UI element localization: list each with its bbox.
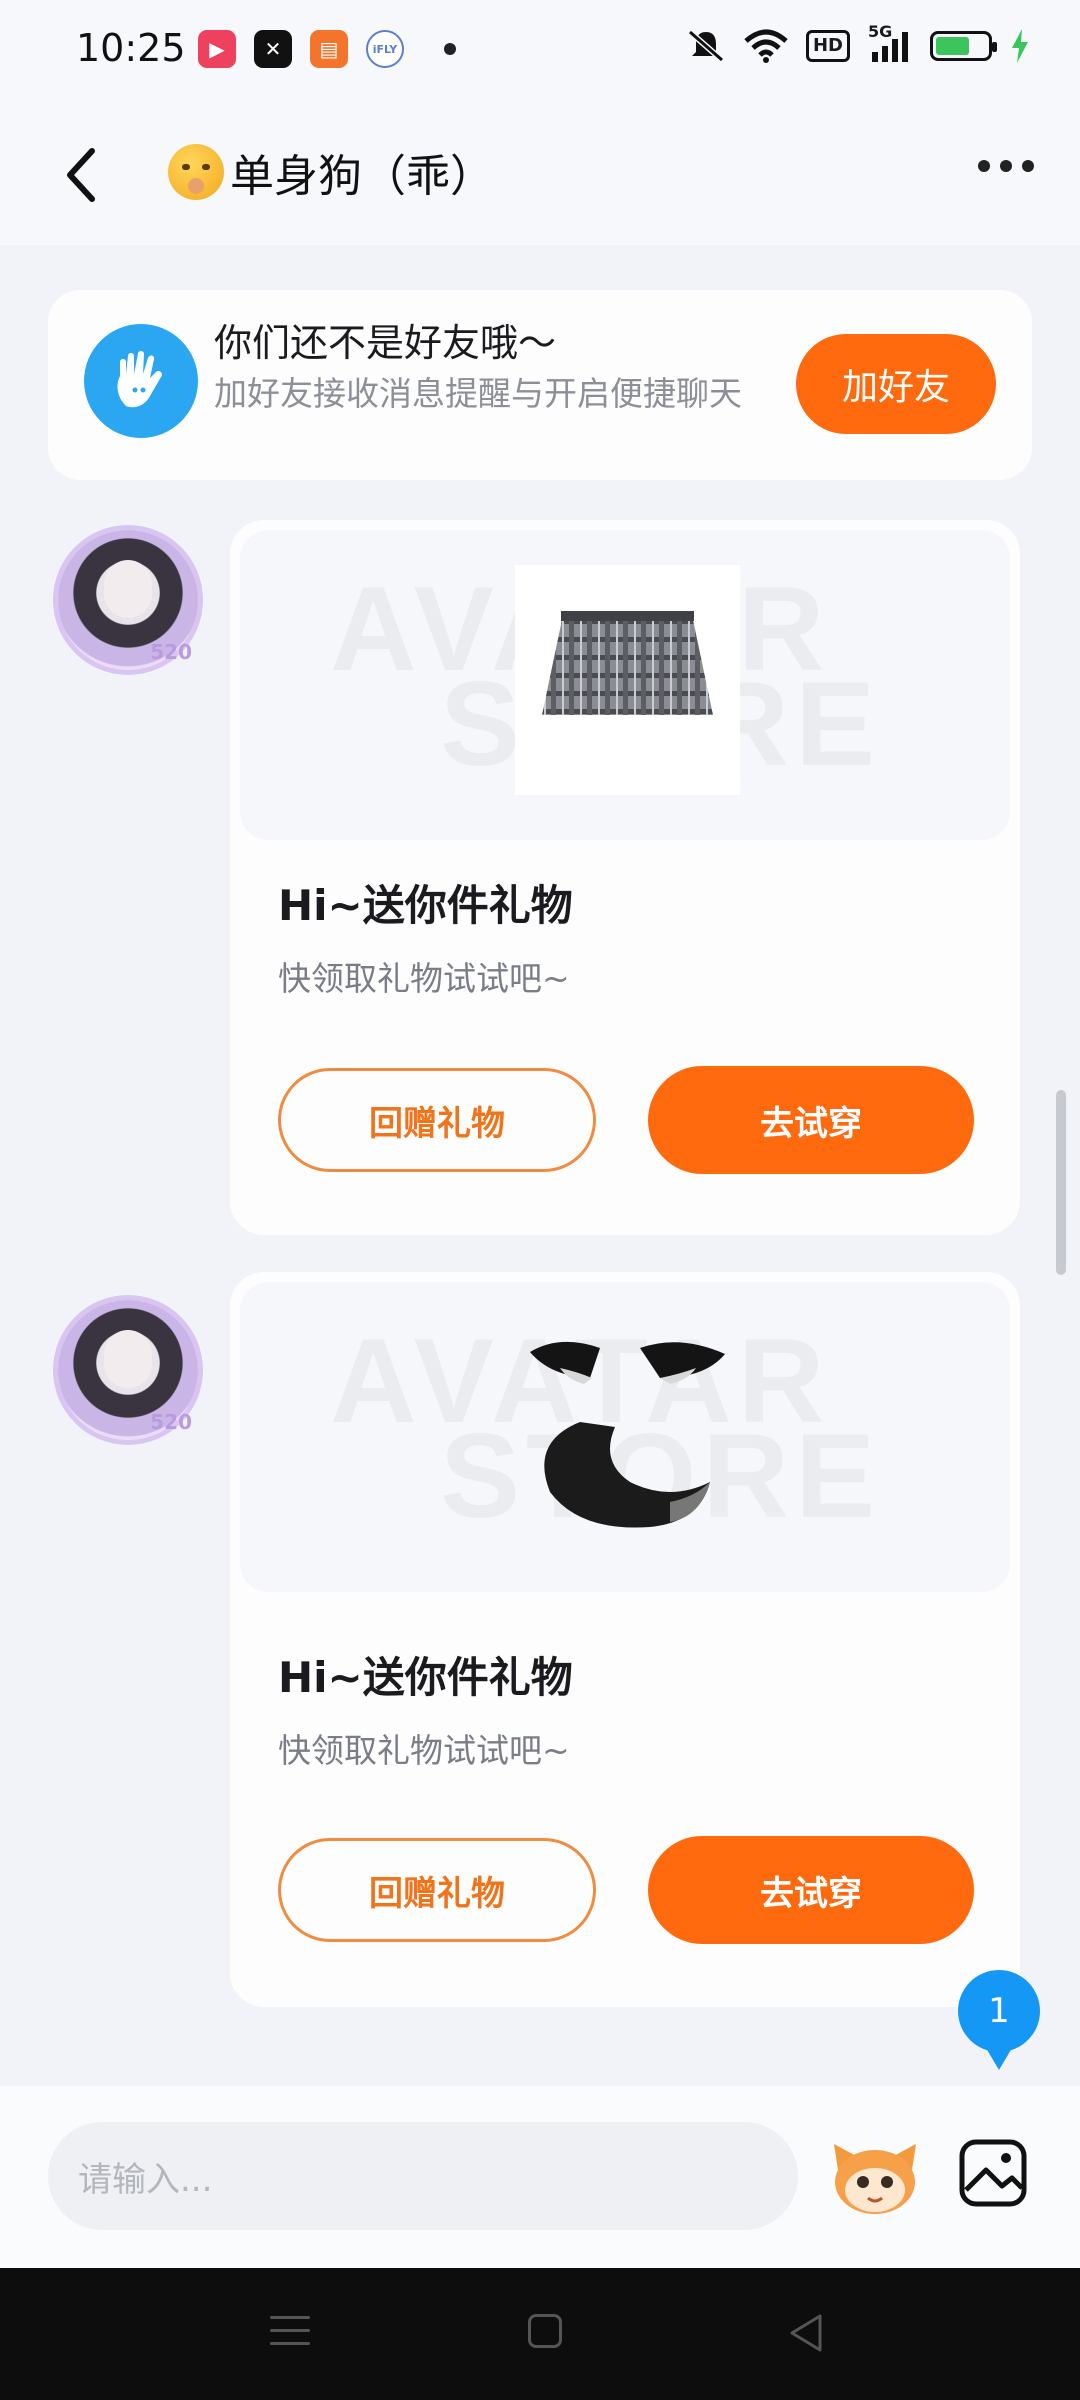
notification-app-icons: ▶ ✕ ▤ iFLY [198, 30, 456, 68]
more-options-icon[interactable] [978, 160, 1034, 172]
chat-title-text: 单身狗（乖） [230, 151, 494, 202]
system-status-icons: HD 5G [686, 22, 1030, 64]
avatar-badge: 520 [150, 640, 192, 664]
recents-menu-icon[interactable] [270, 2316, 310, 2355]
unread-count-badge[interactable]: 1 [958, 1970, 1040, 2070]
more-notifications-icon [444, 43, 456, 55]
gift-preview[interactable]: AVATAR STORE [240, 530, 1010, 840]
gift-card: AVATAR STORE Hi~送你件礼物 快领取礼物试试吧~ 回赠礼物 去试穿 [230, 1272, 1020, 2007]
chat-title: 单身狗（乖） [168, 140, 494, 204]
back-arrow-icon[interactable] [58, 145, 108, 205]
gift-title: Hi~送你件礼物 [278, 1653, 573, 1702]
waving-hand-icon [84, 324, 198, 438]
avatar-badge: 520 [150, 1410, 192, 1434]
wifi-icon [744, 29, 788, 63]
video-app-icon: ▶ [198, 30, 236, 68]
signal-icon: 5G [868, 22, 912, 64]
nav-back-triangle-icon[interactable] [786, 2312, 826, 2354]
banner-subtitle: 加好友接收消息提醒与开启便捷聊天 [214, 374, 742, 413]
mascot-sticker-icon[interactable] [830, 2140, 920, 2216]
add-friend-button[interactable]: 加好友 [796, 334, 996, 434]
plaid-skirt-image [515, 565, 740, 795]
input-bar: 请输入... [0, 2086, 1080, 2268]
gift-title: Hi~送你件礼物 [278, 881, 573, 930]
banner-title: 你们还不是好友哦～ [214, 321, 557, 365]
scrollbar[interactable] [1056, 1090, 1066, 1275]
charging-icon [1012, 29, 1028, 63]
ifly-app-icon: iFLY [366, 30, 404, 68]
home-square-icon[interactable] [528, 2314, 562, 2348]
capcut-app-icon: ✕ [254, 30, 292, 68]
battery-icon [930, 31, 997, 61]
gift-preview[interactable]: AVATAR STORE [240, 1282, 1010, 1592]
try-on-button[interactable]: 去试穿 [648, 1066, 974, 1174]
hd-indicator: HD [805, 30, 850, 62]
system-navigation-bar [0, 2268, 1080, 2400]
try-on-button[interactable]: 去试穿 [648, 1836, 974, 1944]
not-friend-banner: 你们还不是好友哦～ 加好友接收消息提醒与开启便捷聊天 加好友 [48, 290, 1032, 480]
message-input[interactable]: 请输入... [48, 2122, 798, 2230]
gift-subtitle: 快领取礼物试试吧~ [278, 1731, 570, 1770]
fox-ears-tail-image [530, 1341, 725, 1528]
sender-avatar[interactable]: 520 [58, 1300, 198, 1440]
reader-app-icon: ▤ [310, 30, 348, 68]
status-time: 10:25 [76, 26, 186, 70]
mute-bell-icon [688, 29, 724, 63]
shushing-face-emoji-icon [168, 144, 224, 200]
image-picker-icon[interactable] [958, 2138, 1028, 2208]
return-gift-button[interactable]: 回赠礼物 [278, 1838, 596, 1942]
gift-card: AVATAR STORE Hi~送你件礼物 快领取礼物试试吧~ 回赠礼物 去试穿 [230, 520, 1020, 1235]
return-gift-button[interactable]: 回赠礼物 [278, 1068, 596, 1172]
chat-header: 单身狗（乖） [0, 100, 1080, 245]
status-bar: 10:25 ▶ ✕ ▤ iFLY HD 5G [0, 0, 1080, 100]
sender-avatar[interactable]: 520 [58, 530, 198, 670]
gift-subtitle: 快领取礼物试试吧~ [278, 959, 570, 998]
